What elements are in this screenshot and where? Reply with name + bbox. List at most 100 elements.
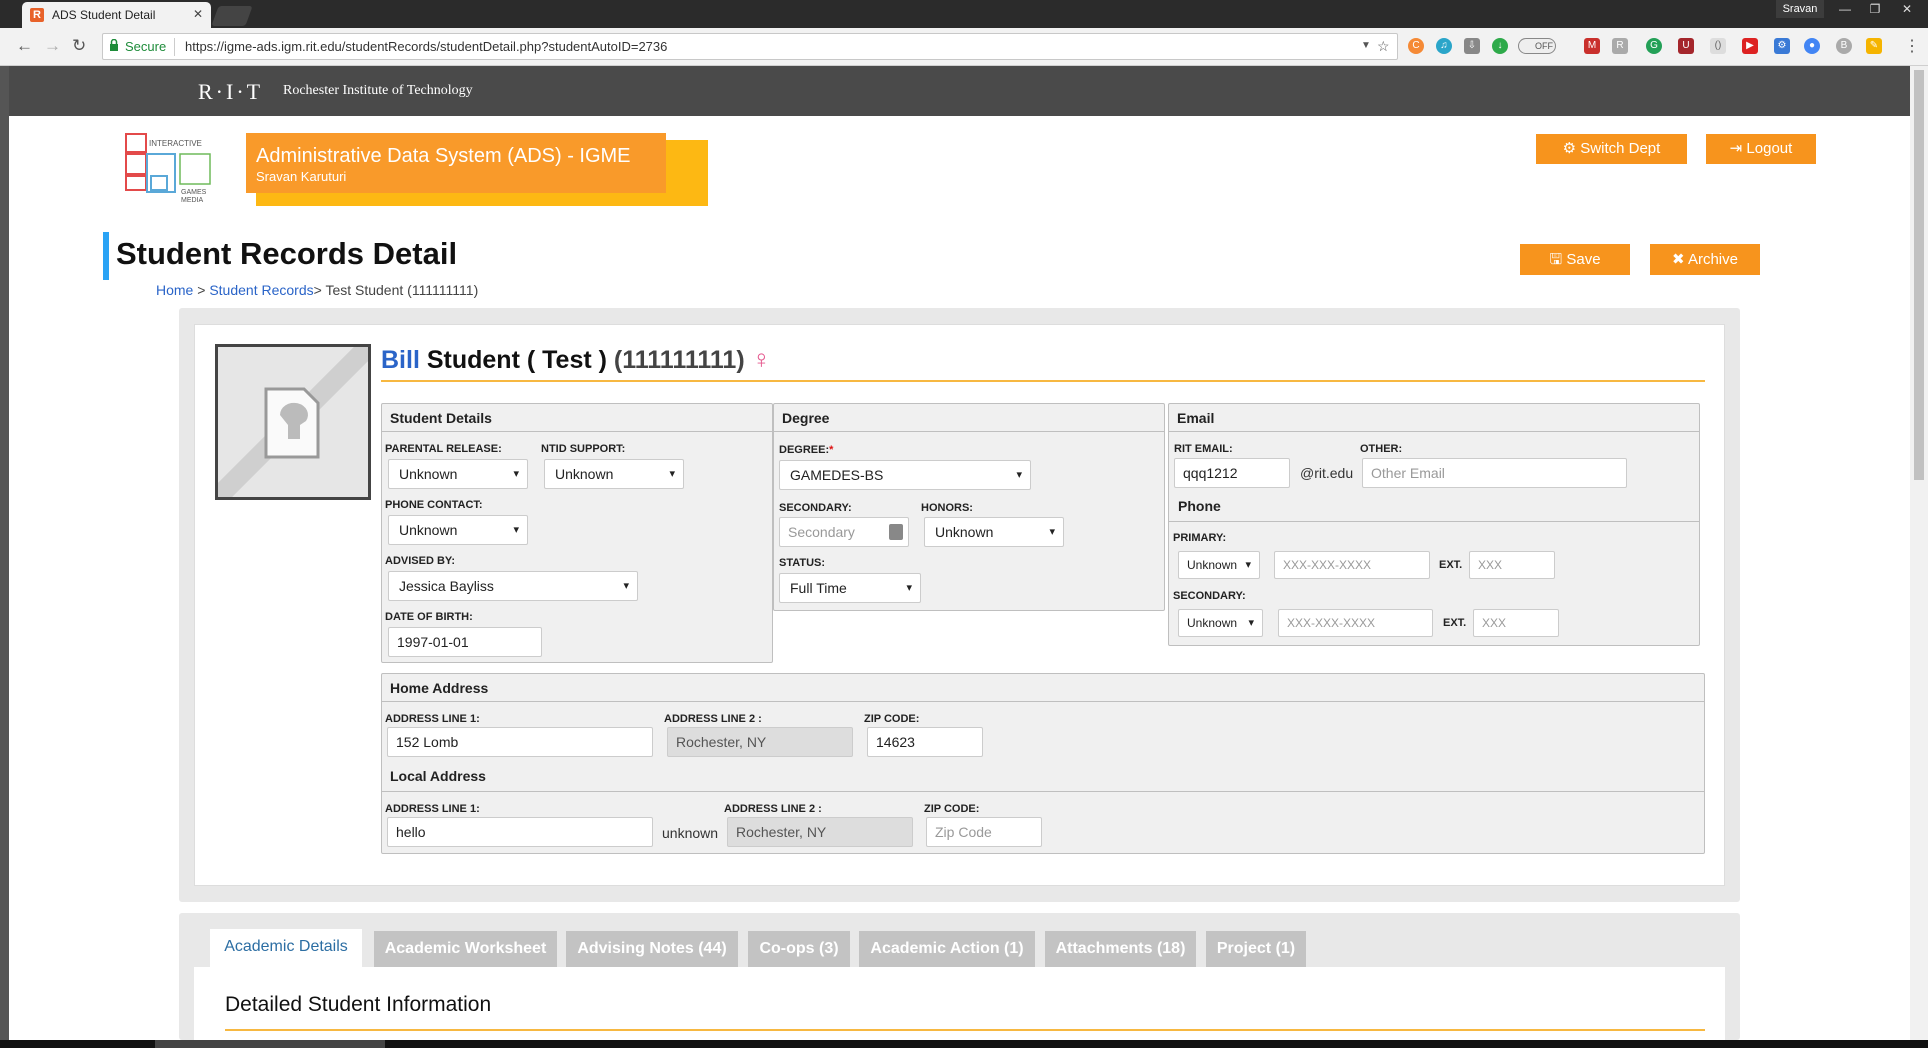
extension-gmail-icon[interactable]: M bbox=[1584, 38, 1600, 54]
archive-button[interactable]: ✖ Archive bbox=[1650, 244, 1760, 275]
student-photo[interactable] bbox=[215, 344, 371, 500]
local-line1-label: ADDRESS LINE 1: bbox=[385, 803, 480, 815]
status-label: STATUS: bbox=[779, 557, 826, 569]
rit-favicon-icon: R bbox=[30, 8, 44, 22]
phone-heading: Phone bbox=[1178, 498, 1221, 514]
window-close-icon[interactable]: ✕ bbox=[1894, 0, 1920, 18]
home-line1-field[interactable]: 152 Lomb bbox=[387, 727, 653, 757]
restore-icon[interactable]: ❐ bbox=[1862, 0, 1888, 18]
rit-logo[interactable]: R·I·T bbox=[198, 79, 263, 105]
degree-label-text: DEGREE: bbox=[779, 444, 830, 456]
extension-download-icon[interactable]: ⇩ bbox=[1464, 38, 1480, 54]
parental-release-select[interactable]: Unknown bbox=[388, 459, 528, 489]
extension-c-icon[interactable]: C bbox=[1408, 38, 1424, 54]
menu-kebab-icon[interactable]: ⋮ bbox=[1904, 36, 1920, 56]
tab-academic-worksheet[interactable]: Academic Worksheet bbox=[374, 931, 557, 967]
secondary-phone-field[interactable]: XXX-XXX-XXXX bbox=[1278, 609, 1433, 637]
dropdown-icon[interactable]: ▼ bbox=[1361, 40, 1371, 51]
igm-logo-line-1: INTERACTIVE bbox=[149, 139, 202, 148]
phone-divider bbox=[1169, 521, 1699, 522]
primary-ext-field[interactable]: XXX bbox=[1469, 551, 1555, 579]
logout-button[interactable]: ⇥ Logout bbox=[1706, 134, 1816, 164]
dob-label: DATE OF BIRTH: bbox=[385, 611, 473, 623]
rit-email-field[interactable]: qqq1212 bbox=[1174, 458, 1290, 488]
extension-grammarly-icon[interactable]: G bbox=[1646, 38, 1662, 54]
address-bar[interactable]: Secure https://igme-ads.igm.rit.edu/stud… bbox=[102, 33, 1398, 60]
student-id: (111111111) bbox=[613, 346, 745, 374]
local-line2-field[interactable]: Rochester, NY bbox=[727, 817, 913, 847]
back-icon[interactable]: ← bbox=[16, 36, 33, 56]
new-tab-button[interactable] bbox=[211, 6, 253, 26]
extension-pencil-icon[interactable]: ✎ bbox=[1866, 38, 1882, 54]
extension-blue-dot-icon[interactable]: ● bbox=[1804, 38, 1820, 54]
rit-name: Rochester Institute of Technology bbox=[283, 83, 473, 98]
secondary-phone-type-select[interactable]: Unknown bbox=[1178, 609, 1263, 637]
primary-phone-label: PRIMARY: bbox=[1173, 532, 1227, 544]
reload-icon[interactable]: ↻ bbox=[72, 36, 86, 56]
bookmark-star-icon[interactable]: ☆ bbox=[1377, 38, 1390, 55]
logout-label: Logout bbox=[1746, 140, 1793, 157]
student-first-name: Bill bbox=[381, 346, 420, 374]
secondary-ext-field[interactable]: XXX bbox=[1473, 609, 1559, 637]
home-zip-label: ZIP CODE: bbox=[864, 713, 920, 725]
url-text[interactable]: https://igme-ads.igm.rit.edu/studentReco… bbox=[185, 39, 667, 54]
parental-release-label: PARENTAL RELEASE: bbox=[385, 443, 502, 455]
local-line1-field[interactable]: hello bbox=[387, 817, 653, 847]
honors-select[interactable]: Unknown bbox=[924, 517, 1064, 547]
advised-by-select[interactable]: Jessica Bayliss bbox=[388, 571, 638, 601]
extension-toggle[interactable]: OFF bbox=[1518, 38, 1556, 54]
tab-co-ops[interactable]: Co-ops (3) bbox=[748, 931, 850, 967]
extension-puzzle-icon[interactable]: ⚙ bbox=[1774, 38, 1790, 54]
extension-youtube-icon[interactable]: ▶ bbox=[1742, 38, 1758, 54]
extension-b-icon[interactable]: B bbox=[1836, 38, 1852, 54]
tab-academic-action[interactable]: Academic Action (1) bbox=[859, 931, 1035, 967]
dob-field[interactable]: 1997-01-01 bbox=[388, 627, 542, 657]
taskbar-item[interactable] bbox=[155, 1040, 385, 1048]
tab-attachments[interactable]: Attachments (18) bbox=[1045, 931, 1196, 967]
extension-headphones-icon[interactable]: ♫ bbox=[1436, 38, 1452, 54]
browser-profile-name[interactable]: Sravan bbox=[1776, 0, 1824, 18]
archive-label: Archive bbox=[1687, 251, 1738, 268]
tab-project[interactable]: Project (1) bbox=[1206, 931, 1306, 967]
primary-phone-type-select[interactable]: Unknown bbox=[1178, 551, 1260, 579]
igm-logo: INTERACTIVE GAMES MEDIA bbox=[125, 133, 211, 204]
save-button[interactable]: 🖫 Save bbox=[1520, 244, 1630, 275]
breadcrumb-home[interactable]: Home bbox=[156, 282, 193, 298]
degree-select[interactable]: GAMEDES-BS bbox=[779, 460, 1031, 490]
omnibox-divider bbox=[174, 38, 175, 56]
honors-label: HONORS: bbox=[921, 502, 973, 514]
other-email-field[interactable]: Other Email bbox=[1362, 458, 1627, 488]
phone-contact-select[interactable]: Unknown bbox=[388, 515, 528, 545]
switch-dept-button[interactable]: ⚙ Switch Dept bbox=[1536, 134, 1687, 164]
home-line2-label: ADDRESS LINE 2 : bbox=[664, 713, 762, 725]
extension-ublock-icon[interactable]: U bbox=[1678, 38, 1694, 54]
forward-icon[interactable]: → bbox=[44, 36, 61, 56]
local-zip-field[interactable]: Zip Code bbox=[926, 817, 1042, 847]
extension-green-download-icon[interactable]: ↓ bbox=[1492, 38, 1508, 54]
ntid-support-select[interactable]: Unknown bbox=[544, 459, 684, 489]
breadcrumb-student-records[interactable]: Student Records bbox=[209, 282, 313, 298]
scrollbar-thumb[interactable] bbox=[1914, 70, 1924, 480]
browser-tab-bar: R ADS Student Detail ✕ Sravan — ❐ ✕ bbox=[0, 0, 1928, 28]
detail-section-title: Detailed Student Information bbox=[225, 993, 492, 1016]
home-zip-field[interactable]: 14623 bbox=[867, 727, 983, 757]
list-picker-icon[interactable] bbox=[889, 524, 903, 540]
female-icon: ♀ bbox=[751, 344, 772, 374]
local-address-heading: Local Address bbox=[390, 768, 486, 784]
minimize-icon[interactable]: — bbox=[1832, 0, 1858, 18]
home-line2-field[interactable]: Rochester, NY bbox=[667, 727, 853, 757]
extension-grey-icon[interactable]: R bbox=[1612, 38, 1628, 54]
sign-out-icon: ⇥ bbox=[1729, 140, 1743, 157]
tab-academic-details[interactable]: Academic Details bbox=[210, 929, 362, 967]
tab-advising-notes[interactable]: Advising Notes (44) bbox=[566, 931, 738, 967]
title-accent-bar bbox=[103, 232, 109, 280]
extension-brackets-icon[interactable]: () bbox=[1710, 38, 1726, 54]
primary-phone-field[interactable]: XXX-XXX-XXXX bbox=[1274, 551, 1430, 579]
breadcrumb-current: > Test Student (111111111) bbox=[313, 282, 479, 298]
browser-tab[interactable]: R ADS Student Detail ✕ bbox=[22, 2, 211, 28]
breadcrumb-separator: > bbox=[193, 282, 210, 298]
email-heading: Email bbox=[1169, 404, 1699, 432]
x-mark-icon: ✖ bbox=[1672, 251, 1685, 268]
status-select[interactable]: Full Time bbox=[779, 573, 921, 603]
tab-close-icon[interactable]: ✕ bbox=[193, 7, 203, 21]
